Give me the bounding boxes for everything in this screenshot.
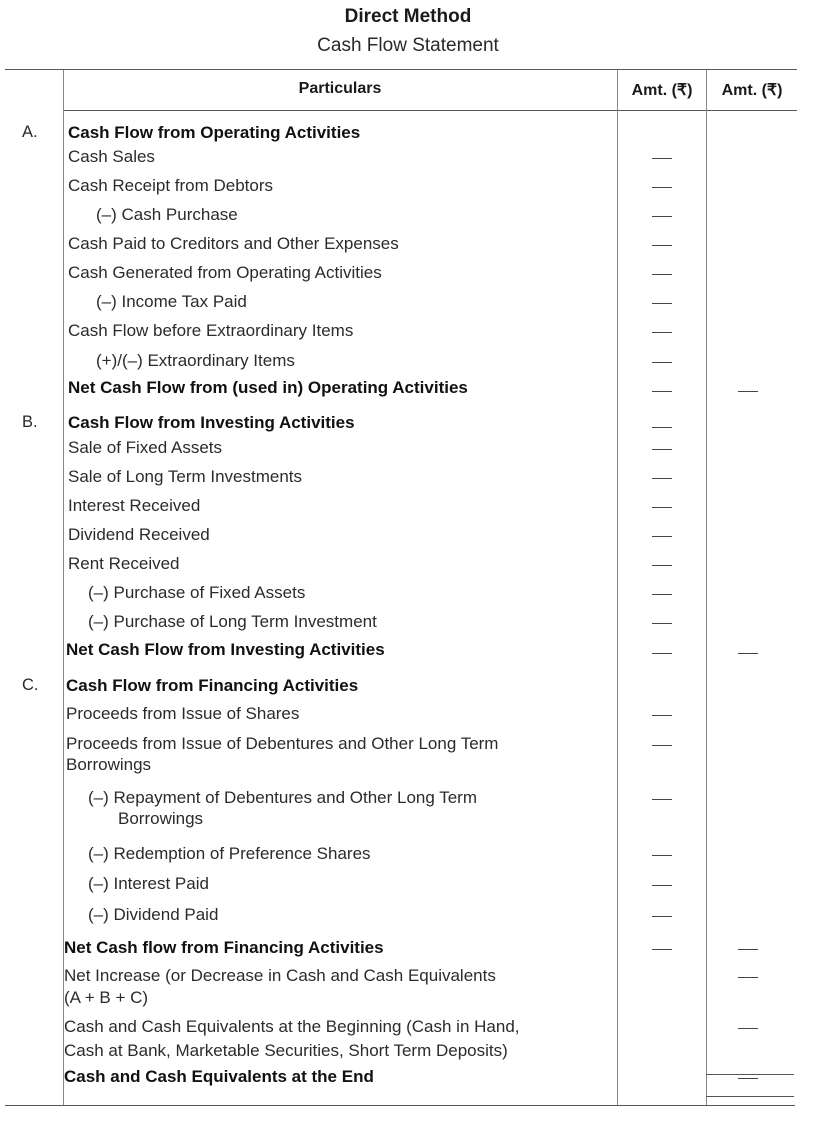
amount-2-dash [738, 1028, 758, 1029]
row-heading: Cash and Cash Equivalents at the End [64, 1067, 374, 1086]
row-heading: Net Cash Flow from Investing Activities [66, 640, 385, 659]
amount-1-dash [652, 391, 672, 392]
row-text: (–) Purchase of Long Term Investment [88, 612, 377, 631]
table-bottom-border [5, 1105, 795, 1106]
row-text: Sale of Long Term Investments [68, 467, 303, 486]
row-text: Cash and Cash Equivalents at the Beginni… [64, 1017, 520, 1036]
row-text: (–) Income Tax Paid [96, 292, 247, 311]
row-text: Cash Receipt from Debtors [68, 176, 274, 195]
amount-1-dash [652, 745, 672, 746]
row-text: Cash at Bank, Marketable Securities, Sho… [64, 1041, 508, 1060]
amount-2-dash [738, 653, 758, 654]
row-text: Net Increase (or Decrease in Cash and Ca… [64, 966, 496, 985]
row-text: (–) Cash Purchase [96, 205, 238, 224]
row-text: Cash Flow before Extraordinary Items [68, 321, 354, 340]
row-heading: Cash Flow from Investing Activities [68, 413, 355, 432]
row-heading: Net Cash Flow from (used in) Operating A… [68, 378, 468, 397]
page-title: Direct Method [344, 6, 472, 27]
row-text: (–) Purchase of Fixed Assets [88, 583, 306, 602]
amount-1-dash [652, 565, 672, 566]
amount-1-dash [652, 855, 672, 856]
row-text: Cash Paid to Creditors and Other Expense… [68, 234, 399, 253]
row-text: Proceeds from Issue of Debentures and Ot… [66, 734, 499, 753]
header-particulars: Particulars [298, 80, 382, 97]
amount-1-dash [652, 332, 672, 333]
amount-1-dash [652, 653, 672, 654]
section-label-a: A. [22, 123, 38, 141]
amt1-left-border [617, 70, 618, 1105]
amount-1-dash [652, 949, 672, 950]
total-double-rule [706, 1096, 794, 1097]
row-text: Rent Received [68, 554, 180, 573]
row-heading: Cash Flow from Operating Activities [68, 123, 361, 142]
row-text: Dividend Received [68, 525, 210, 544]
amount-1-dash [652, 507, 672, 508]
amount-1-dash [652, 885, 672, 886]
amount-1-dash [652, 427, 672, 428]
amount-1-dash [652, 274, 672, 275]
header-bottom-border [64, 110, 797, 111]
amount-1-dash [652, 478, 672, 479]
row-text: Borrowings [66, 755, 152, 774]
row-text: (–) Redemption of Preference Shares [88, 844, 371, 863]
amount-1-dash [652, 449, 672, 450]
amount-1-dash [652, 916, 672, 917]
row-heading: Cash Flow from Financing Activities [66, 676, 359, 695]
row-text: Proceeds from Issue of Shares [66, 704, 300, 723]
row-text: Interest Received [68, 496, 201, 515]
amount-1-dash [652, 799, 672, 800]
row-text: Sale of Fixed Assets [68, 438, 223, 457]
amount-1-dash [652, 623, 672, 624]
table-top-border [5, 69, 797, 70]
row-text: (A + B + C) [64, 988, 149, 1007]
section-label-c: C. [22, 676, 39, 694]
amount-2-dash [738, 949, 758, 950]
amount-1-dash [652, 715, 672, 716]
row-heading: Net Cash flow from Financing Activities [64, 938, 384, 957]
amt2-left-border [706, 70, 707, 1105]
amount-1-dash [652, 187, 672, 188]
page-subtitle: Cash Flow Statement [317, 35, 499, 56]
amount-1-dash [652, 216, 672, 217]
amount-1-dash [652, 303, 672, 304]
header-amount-2: Amt. (₹) [721, 82, 783, 99]
amount-1-dash [652, 158, 672, 159]
row-text: Borrowings [118, 809, 204, 828]
header-amount-1: Amt. (₹) [631, 82, 693, 99]
row-text: (–) Repayment of Debentures and Other Lo… [88, 788, 478, 807]
row-text: Cash Generated from Operating Activities [68, 263, 382, 282]
amount-2-dash [738, 391, 758, 392]
row-text: (–) Dividend Paid [88, 905, 219, 924]
amount-1-dash [652, 362, 672, 363]
total-top-rule [706, 1074, 794, 1075]
amount-1-dash [652, 536, 672, 537]
amount-2-dash [738, 977, 758, 978]
amount-1-dash [652, 245, 672, 246]
amount-1-dash [652, 594, 672, 595]
row-text: (–) Interest Paid [88, 874, 209, 893]
row-text: (+)/(–) Extraordinary Items [96, 351, 295, 370]
row-text: Cash Sales [68, 147, 155, 166]
amount-2-dash [738, 1078, 758, 1079]
section-label-b: B. [22, 413, 38, 431]
